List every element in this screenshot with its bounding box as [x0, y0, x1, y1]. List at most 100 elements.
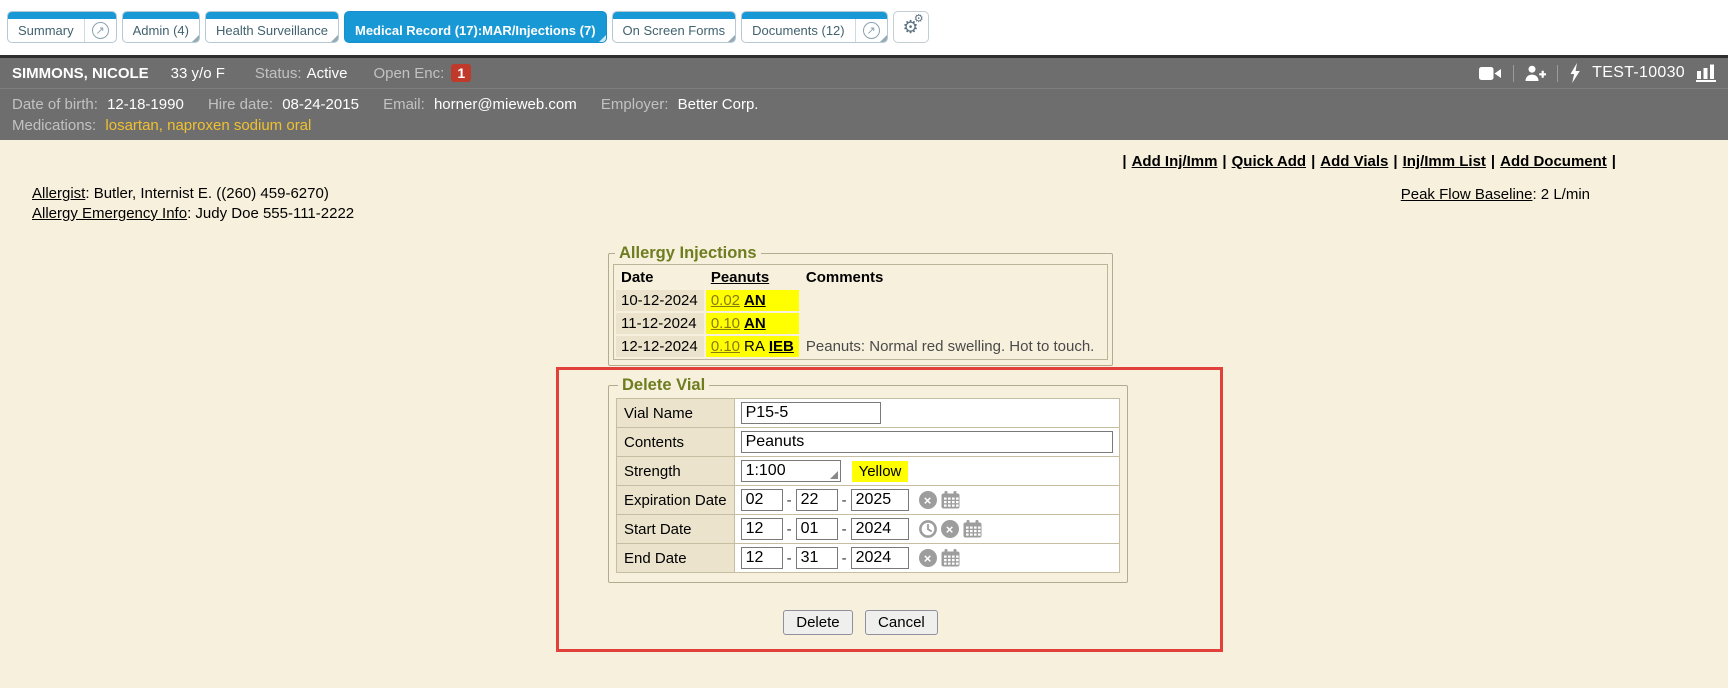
allergy-emergency-info-link[interactable]: Allergy Emergency Info	[32, 205, 187, 222]
cancel-button[interactable]: Cancel	[865, 610, 938, 635]
injection-comment: Peanuts: Normal red swelling. Hot to tou…	[801, 336, 1105, 357]
table-row: 11-12-2024 0.10AN	[616, 313, 1105, 334]
date-separator: -	[842, 521, 847, 538]
medication-separator: ,	[159, 117, 167, 134]
webchart-medical-record-screen: Summary ↗ Admin (4) Health Surveillance …	[0, 0, 1728, 688]
peak-flow-baseline-link[interactable]: Peak Flow Baseline	[1401, 186, 1533, 203]
expiration-day-input[interactable]	[796, 489, 838, 511]
medication-link-losartan[interactable]: losartan	[105, 117, 158, 134]
patient-bar-actions: TEST-10030	[1479, 63, 1716, 83]
clear-date-icon[interactable]: ×	[941, 520, 959, 538]
resize-grip-icon[interactable]	[830, 471, 838, 479]
expiration-year-input[interactable]	[851, 489, 909, 511]
start-year-input[interactable]	[851, 518, 909, 540]
settings-gear-button[interactable]: ⚙ ⚙	[893, 11, 929, 43]
clear-date-icon[interactable]: ×	[919, 549, 937, 567]
reaction-code-link[interactable]: AN	[744, 292, 766, 309]
end-day-input[interactable]	[796, 547, 838, 569]
quick-add-link[interactable]: Quick Add	[1232, 153, 1306, 170]
tab-health-surveillance[interactable]: Health Surveillance	[205, 11, 339, 43]
calendar-icon[interactable]	[941, 491, 960, 509]
start-date-row: Start Date -- ×	[617, 515, 1120, 544]
medication-link-naproxen[interactable]: naproxen sodium oral	[167, 117, 311, 134]
patient-header-bar: SIMMONS, NICOLE 33 y/o F Status: Active …	[0, 55, 1728, 88]
link-separator: |	[1612, 153, 1616, 170]
clear-date-icon[interactable]: ×	[919, 491, 937, 509]
injection-dose-cell: 0.02AN	[706, 290, 799, 311]
contents-label: Contents	[617, 428, 735, 457]
col-header-comments: Comments	[801, 267, 1105, 288]
popout-arrow-icon: ↗	[92, 22, 109, 39]
tab-summary-label-seg[interactable]: Summary	[8, 12, 84, 42]
peak-flow-baseline-value: : 2 L/min	[1532, 186, 1590, 203]
date-separator: -	[787, 492, 792, 509]
dose-link[interactable]: 0.10	[711, 338, 740, 355]
end-year-input[interactable]	[851, 547, 909, 569]
delete-vial-fieldset: Delete Vial Vial Name Contents Strength	[608, 376, 1128, 583]
strength-label: Strength	[617, 457, 735, 486]
add-document-link[interactable]: Add Document	[1500, 153, 1607, 170]
mar-injections-content: | Add Inj/Imm | Quick Add | Add Vials | Inj/Imm…	[0, 140, 1728, 688]
expiration-date-row: Expiration Date -- ×	[617, 486, 1120, 515]
open-encounter-count-badge[interactable]: 1	[451, 64, 471, 82]
injection-date: 11-12-2024	[616, 313, 704, 334]
delete-vial-legend: Delete Vial	[618, 376, 709, 395]
contents-input[interactable]	[741, 431, 1113, 453]
injection-comment	[801, 313, 1105, 334]
calendar-icon[interactable]	[963, 520, 982, 538]
delete-button[interactable]: Delete	[783, 610, 852, 635]
dose-link[interactable]: 0.10	[711, 315, 740, 332]
date-separator: -	[842, 550, 847, 567]
col-header-date: Date	[616, 267, 704, 288]
email-value: horner@mieweb.com	[434, 96, 577, 113]
add-vials-link[interactable]: Add Vials	[1320, 153, 1388, 170]
start-day-input[interactable]	[796, 518, 838, 540]
add-person-icon[interactable]	[1525, 65, 1546, 82]
strength-row: Strength Yellow	[617, 457, 1120, 486]
expiration-month-input[interactable]	[741, 489, 783, 511]
col-header-peanuts: Peanuts	[706, 267, 799, 288]
bar-chart-icon[interactable]	[1696, 64, 1716, 82]
delete-vial-actions: Delete Cancel	[608, 610, 1113, 635]
tab-summary[interactable]: Summary ↗	[7, 11, 117, 43]
divider	[1557, 65, 1558, 82]
injection-dose-cell: 0.10RAIEB	[706, 336, 799, 357]
tab-health-surveillance-label: Health Surveillance	[216, 23, 328, 38]
start-date-label: Start Date	[617, 515, 735, 544]
add-inj-imm-link[interactable]: Add Inj/Imm	[1132, 153, 1218, 170]
strength-input-wrap	[741, 460, 841, 482]
end-month-input[interactable]	[741, 547, 783, 569]
tab-documents[interactable]: Documents (12) ↗	[741, 11, 887, 43]
chart-tab-bar: Summary ↗ Admin (4) Health Surveillance …	[0, 0, 1728, 55]
allergist-line: Allergist: Butler, Internist E. ((260) 4…	[32, 184, 354, 204]
allergist-link[interactable]: Allergist	[32, 185, 85, 202]
allergy-emergency-value: : Judy Doe 555-111-2222	[187, 205, 354, 222]
start-month-input[interactable]	[741, 518, 783, 540]
date-separator: -	[787, 550, 792, 567]
video-camera-icon[interactable]	[1479, 66, 1502, 81]
lightning-bolt-icon[interactable]	[1569, 63, 1581, 83]
email-label: Email:	[383, 96, 425, 113]
clock-icon[interactable]	[919, 520, 937, 538]
tab-medical-record[interactable]: Medical Record (17):MAR/Injections (7)	[344, 11, 607, 43]
tab-admin[interactable]: Admin (4)	[122, 11, 200, 43]
link-separator: |	[1122, 153, 1126, 170]
reaction-code-link[interactable]: IEB	[769, 338, 794, 355]
expiration-date-label: Expiration Date	[617, 486, 735, 515]
demographics-line-2: Medications: losartan, naproxen sodium o…	[12, 115, 1716, 136]
contents-row: Contents	[617, 428, 1120, 457]
peanuts-column-link[interactable]: Peanuts	[711, 269, 769, 286]
vial-name-input[interactable]	[741, 402, 881, 424]
strength-input[interactable]	[741, 460, 841, 482]
link-separator: |	[1393, 153, 1397, 170]
tab-summary-popout[interactable]: ↗	[84, 12, 116, 42]
reaction-code-link[interactable]: AN	[744, 315, 766, 332]
link-separator: |	[1491, 153, 1495, 170]
calendar-icon[interactable]	[941, 549, 960, 567]
dose-link[interactable]: 0.02	[711, 292, 740, 309]
patient-id: TEST-10030	[1592, 64, 1685, 82]
tab-documents-popout[interactable]: ↗	[855, 12, 887, 42]
tab-on-screen-forms[interactable]: On Screen Forms	[612, 11, 737, 43]
vial-color-highlight: Yellow	[852, 461, 909, 482]
inj-imm-list-link[interactable]: Inj/Imm List	[1403, 153, 1486, 170]
